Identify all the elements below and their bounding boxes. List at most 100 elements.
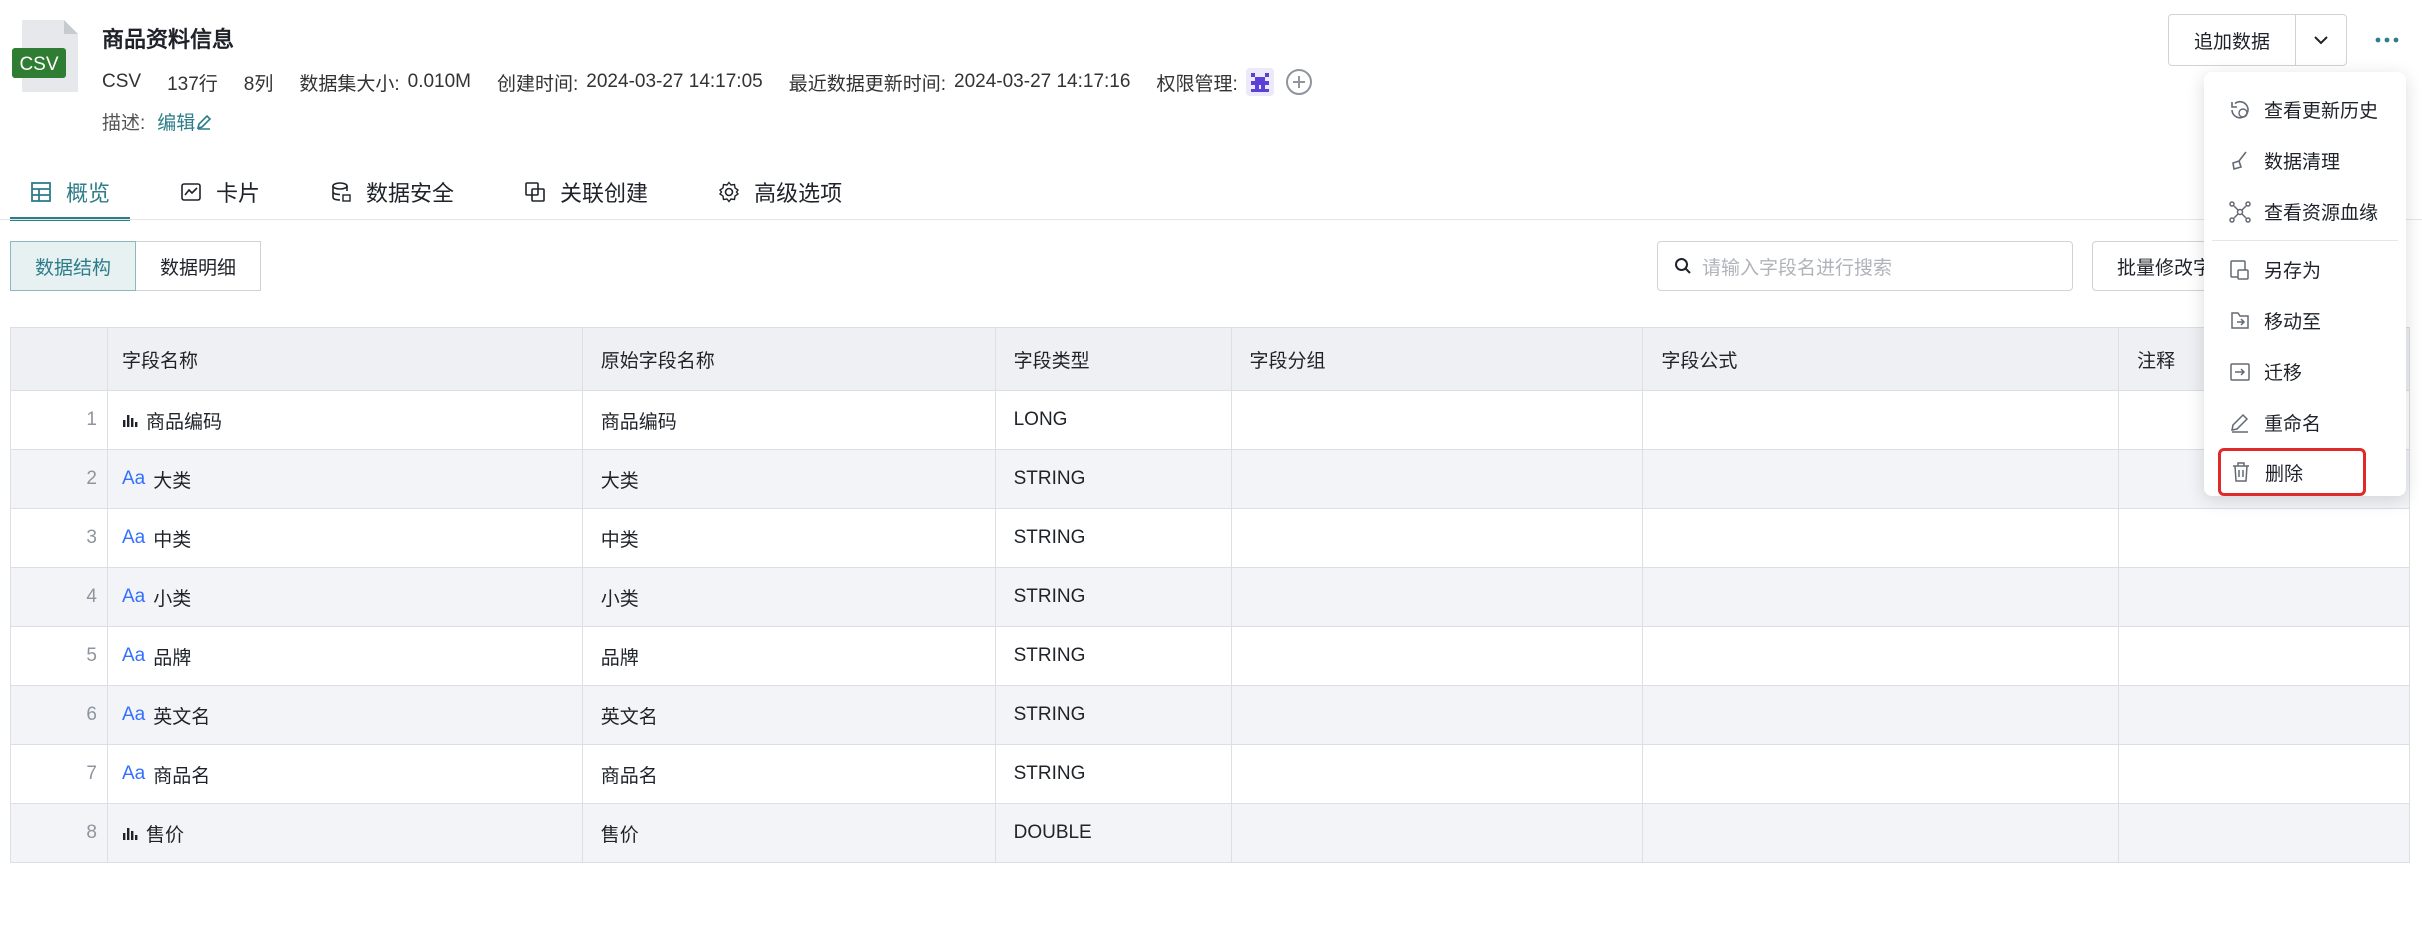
table-row[interactable]: 6 Aa 英文名 英文名 STRING: [11, 686, 2410, 745]
field-formula-cell[interactable]: [1643, 804, 2120, 862]
trash-icon: [2233, 462, 2249, 482]
original-name-cell: 大类: [583, 450, 996, 508]
search-placeholder: 请输入字段名进行搜索: [1702, 257, 1893, 279]
user-avatar-icon[interactable]: [1245, 68, 1274, 96]
csv-badge-text: CSV: [19, 54, 58, 75]
row-number: 4: [11, 568, 108, 626]
text-type-icon: Aa: [121, 763, 146, 784]
table-row[interactable]: 5 Aa 品牌 品牌 STRING: [11, 627, 2410, 686]
append-data-button[interactable]: 追加数据: [2168, 14, 2296, 66]
comment-cell[interactable]: [2119, 686, 2410, 744]
field-group-cell[interactable]: [1232, 509, 1644, 567]
menu-item-data-cleanup[interactable]: 数据清理: [2204, 135, 2406, 186]
table-row[interactable]: 4 Aa 小类 小类 STRING: [11, 568, 2410, 627]
field-name-cell[interactable]: Aa 大类: [108, 450, 583, 508]
field-formula-cell[interactable]: [1643, 391, 2120, 449]
tab-relation-create[interactable]: 关联创建: [504, 164, 668, 220]
tab-data-security[interactable]: 数据安全: [310, 164, 474, 220]
field-group-cell[interactable]: [1232, 686, 1644, 744]
migrate-icon: [2230, 362, 2250, 381]
text-type-icon: Aa: [121, 468, 146, 489]
menu-item-save-as[interactable]: 另存为: [2204, 244, 2406, 295]
append-dropdown-button[interactable]: [2295, 14, 2347, 66]
menu-item-label: 删除: [2265, 463, 2304, 485]
menu-item-view-update-history[interactable]: 查看更新历史: [2204, 84, 2406, 135]
table-row[interactable]: 8 售价 售价 DOUBLE: [11, 804, 2410, 863]
field-formula-cell[interactable]: [1643, 509, 2120, 567]
menu-item-rename[interactable]: 重命名: [2204, 397, 2406, 448]
comment-cell[interactable]: [2119, 804, 2410, 862]
data-structure-button[interactable]: 数据结构: [10, 241, 137, 291]
add-permission-icon[interactable]: [1285, 69, 1312, 95]
field-name: 商品编码: [145, 411, 222, 433]
menu-item-label: 查看资源血缘: [2264, 203, 2379, 224]
table-row[interactable]: 3 Aa 中类 中类 STRING: [11, 509, 2410, 568]
description-row: 描述: 编辑: [102, 108, 213, 135]
field-group-cell[interactable]: [1232, 391, 1644, 449]
table-row[interactable]: 1 商品编码 商品编码 LONG: [11, 391, 2410, 450]
field-type-cell: STRING: [996, 745, 1232, 803]
move-icon: [2231, 311, 2249, 329]
data-detail-button[interactable]: 数据明细: [136, 241, 262, 291]
menu-item-migrate[interactable]: 迁移: [2204, 346, 2406, 397]
comment-cell[interactable]: [2119, 568, 2410, 626]
field-name-cell[interactable]: 售价: [108, 804, 583, 862]
field-name-cell[interactable]: Aa 商品名: [108, 745, 583, 803]
broom-icon: [2232, 151, 2247, 170]
menu-item-label: 另存为: [2264, 261, 2322, 282]
table-row[interactable]: 2 Aa 大类 大类 STRING: [11, 450, 2410, 509]
field-name-cell[interactable]: Aa 小类: [108, 568, 583, 626]
row-number: 3: [11, 509, 108, 567]
field-name-cell[interactable]: 商品编码: [108, 391, 583, 449]
tab-label: 关联创建: [560, 181, 649, 206]
field-name-cell[interactable]: Aa 品牌: [108, 627, 583, 685]
field-type-cell: STRING: [996, 627, 1232, 685]
comment-cell[interactable]: [2119, 509, 2410, 567]
field-formula-cell[interactable]: [1643, 627, 2120, 685]
field-group-cell[interactable]: [1232, 450, 1644, 508]
field-group-cell[interactable]: [1232, 568, 1644, 626]
tab-card[interactable]: 卡片: [160, 164, 280, 220]
meta-created-label: 创建时间:: [497, 73, 579, 95]
tab-label: 概览: [66, 181, 111, 206]
more-icon: [2375, 37, 2399, 43]
row-number: 8: [11, 804, 108, 862]
field-group-cell[interactable]: [1232, 627, 1644, 685]
field-formula-cell[interactable]: [1643, 686, 2120, 744]
menu-item-view-lineage[interactable]: 查看资源血缘: [2204, 186, 2406, 237]
field-name: 英文名: [153, 706, 211, 728]
comment-cell[interactable]: [2119, 745, 2410, 803]
tab-advanced-options[interactable]: 高级选项: [698, 164, 862, 220]
edit-description-link[interactable]: 编辑: [157, 108, 213, 135]
more-options-button[interactable]: [2370, 24, 2404, 56]
meta-rows: 137行: [167, 73, 218, 95]
field-group-cell[interactable]: [1232, 804, 1644, 862]
text-type-icon: Aa: [121, 586, 146, 607]
field-formula-cell[interactable]: [1643, 450, 2120, 508]
tab-overview[interactable]: 概览: [10, 164, 131, 221]
history-icon: [2231, 100, 2249, 118]
text-type-icon: Aa: [121, 527, 146, 548]
field-search-input[interactable]: 请输入字段名进行搜索: [1657, 241, 2073, 291]
row-number: 6: [11, 686, 108, 744]
dataset-meta: CSV 137行 8列 数据集大小: 0.010M 创建时间: 2024-03-…: [102, 68, 1312, 96]
meta-cols: 8列: [243, 73, 274, 95]
tabs-divider: [0, 219, 2422, 220]
field-name-cell[interactable]: Aa 英文名: [108, 686, 583, 744]
text-type-icon: Aa: [121, 645, 146, 666]
column-header-field-formula: 字段公式: [1643, 328, 2120, 390]
field-formula-cell[interactable]: [1643, 745, 2120, 803]
menu-item-move-to[interactable]: 移动至: [2204, 295, 2406, 346]
field-formula-cell[interactable]: [1643, 568, 2120, 626]
table-row[interactable]: 7 Aa 商品名 商品名 STRING: [11, 745, 2410, 804]
field-name-cell[interactable]: Aa 中类: [108, 509, 583, 567]
field-table: 字段名称 原始字段名称 字段类型 字段分组 字段公式 注释 1 商品编码 商品编码 L…: [10, 327, 2410, 863]
menu-item-label: 迁移: [2264, 363, 2303, 384]
rename-icon: [2231, 413, 2249, 433]
field-group-cell[interactable]: [1232, 745, 1644, 803]
menu-item-delete[interactable]: 删除: [2218, 448, 2366, 496]
dataset-title: 商品资料信息: [102, 27, 235, 52]
link-copy-icon: [525, 182, 545, 202]
field-type-cell: STRING: [996, 509, 1232, 567]
comment-cell[interactable]: [2119, 627, 2410, 685]
